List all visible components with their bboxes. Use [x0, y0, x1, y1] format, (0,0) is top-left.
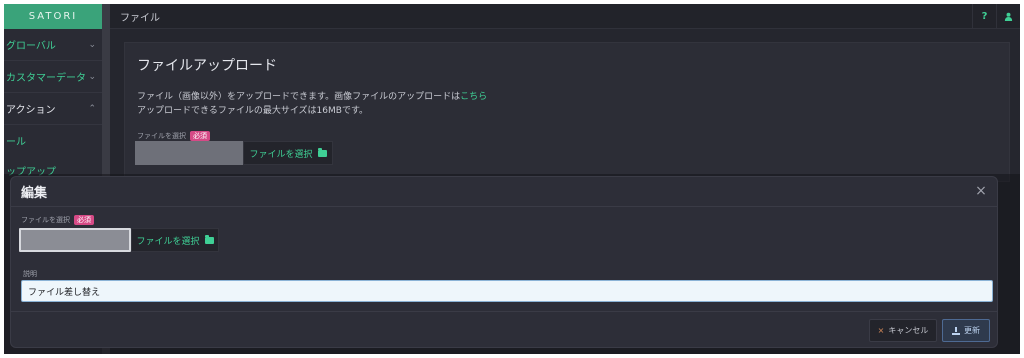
button-label: ファイルを選択 — [249, 149, 313, 160]
file-name-field[interactable] — [135, 141, 243, 165]
choose-file-button[interactable]: ファイルを選択 — [131, 228, 219, 252]
sidebar-item-customer-data[interactable]: カスタマーデータ ⌄ — [4, 61, 102, 93]
file-name-field[interactable] — [19, 228, 131, 252]
file-select-label: ファイルを選択 必須 — [21, 215, 94, 225]
sidebar-item-label: カスタマーデータ — [6, 73, 86, 84]
brand-logo[interactable]: SATORI — [4, 4, 102, 29]
user-icon[interactable] — [996, 4, 1020, 29]
sidebar-item-label: グローバル — [6, 41, 56, 52]
description-text: ファイル（画像以外）をアップロードできます。画像ファイルのアップロードは — [137, 92, 461, 102]
file-select-label: ファイルを選択 必須 — [137, 131, 210, 141]
cancel-button[interactable]: × キャンセル — [869, 319, 937, 342]
folder-open-icon — [317, 147, 327, 157]
button-label: 更新 — [964, 326, 980, 335]
sidebar-item-global[interactable]: グローバル ⌄ — [4, 29, 102, 61]
help-button[interactable]: ? — [972, 4, 996, 29]
modal-header: 編集 × — [11, 177, 997, 207]
modal-footer: × キャンセル 更新 — [11, 311, 997, 349]
close-icon: × — [877, 326, 885, 335]
sidebar-item-action[interactable]: アクション ⌃ — [4, 93, 102, 125]
top-bar: ファイル ? — [110, 4, 1020, 29]
max-size-note: アップロードできるファイルの最大サイズは16MBです。 — [137, 106, 369, 116]
chevron-up-icon: ⌃ — [88, 103, 96, 114]
folder-open-icon — [204, 234, 214, 244]
chevron-down-icon: ⌄ — [88, 39, 96, 50]
edit-modal: 編集 × ファイルを選択 必須 ファイルを選択 説明 × キャンセル 更新 — [10, 176, 998, 348]
card-heading: ファイルアップロード — [137, 58, 277, 74]
description-input[interactable] — [21, 280, 993, 302]
card-description: ファイル（画像以外）をアップロードできます。画像ファイルのアップロードはこちら — [137, 89, 487, 102]
app-window: SATORI グローバル ⌄ カスタマーデータ ⌄ アクション ⌃ ール ップア… — [4, 4, 1020, 354]
sidebar-item-label: アクション — [6, 105, 56, 116]
close-icon[interactable]: × — [973, 183, 989, 199]
choose-file-button[interactable]: ファイルを選択 — [243, 141, 333, 165]
field-label: ファイルを選択 — [21, 216, 70, 224]
required-badge: 必須 — [190, 131, 210, 141]
field-label: ファイルを選択 — [137, 132, 186, 140]
sidebar-subitem-mail[interactable]: ール — [4, 125, 102, 155]
modal-title: 編集 — [21, 186, 48, 201]
upload-icon — [952, 326, 960, 335]
update-button[interactable]: 更新 — [942, 319, 990, 342]
button-label: キャンセル — [888, 326, 929, 335]
button-label: ファイルを選択 — [136, 236, 200, 247]
page-title: ファイル — [120, 12, 160, 24]
chevron-down-icon: ⌄ — [88, 71, 96, 82]
image-upload-link[interactable]: こちら — [460, 92, 487, 102]
required-badge: 必須 — [74, 215, 94, 225]
description-label: 説明 — [23, 270, 37, 278]
upload-card: ファイルアップロード ファイル（画像以外）をアップロードできます。画像ファイルの… — [124, 42, 1010, 182]
